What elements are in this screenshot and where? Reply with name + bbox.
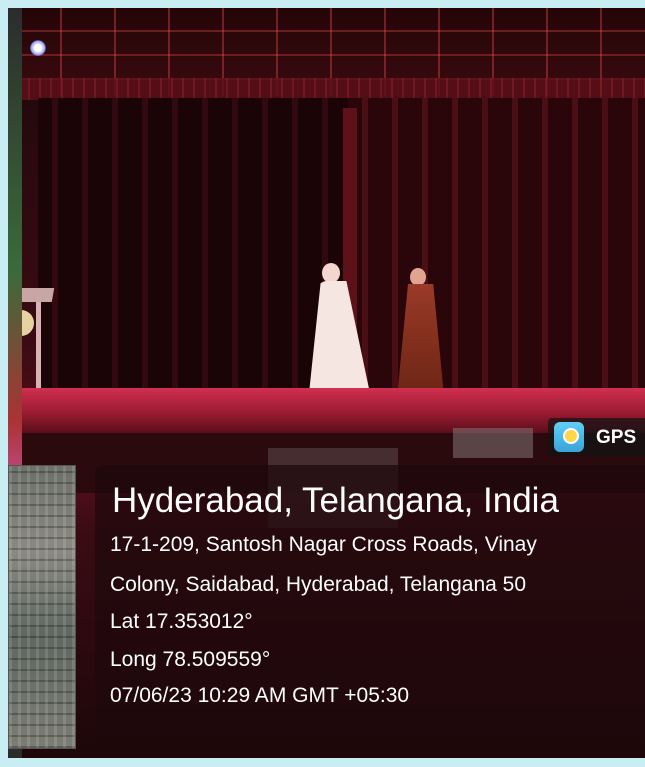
stage-light (30, 40, 46, 56)
gps-badge: GPS (548, 418, 645, 456)
location-overlay: Hyderabad, Telangana, India 17-1-209, Sa… (95, 465, 645, 747)
curtain-left (38, 98, 353, 398)
timestamp: 07/06/23 10:29 AM GMT +05:30 (110, 684, 410, 707)
control-panel (453, 428, 533, 458)
performer-saree (394, 268, 450, 400)
address-line-1: 17-1-209, Santosh Nagar Cross Roads, Vin… (110, 533, 537, 556)
performer-white-dress (308, 263, 372, 403)
location-city: Hyderabad, Telangana, India (112, 481, 559, 520)
address-line-2: Colony, Saidabad, Hyderabad, Telangana 5… (110, 573, 527, 596)
stage-valance (8, 78, 645, 100)
satellite-map-thumbnail (8, 465, 76, 749)
gps-label: GPS (596, 427, 637, 448)
gps-map-camera-icon (554, 422, 584, 452)
latitude: Lat 17.353012° (110, 610, 253, 633)
curtain-right (348, 98, 645, 398)
longitude: Long 78.509559° (110, 648, 271, 671)
